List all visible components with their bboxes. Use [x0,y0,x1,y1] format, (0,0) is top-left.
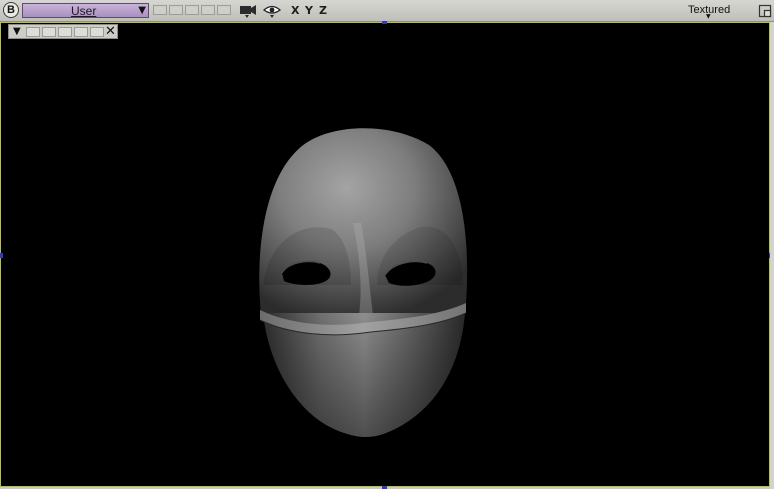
toolbar-slot-4[interactable] [74,27,88,37]
viewport-toolbar: ▼ ✕ [8,24,118,39]
layer-button-2[interactable] [169,5,183,15]
dropdown-arrow-icon[interactable]: ▼ [13,25,21,38]
layer-button-1[interactable] [153,5,167,15]
toolbar-slot-1[interactable] [26,27,40,37]
close-icon[interactable]: ✕ [105,24,116,39]
view-mode-label: User [71,4,97,18]
axis-z-label[interactable]: Z [319,4,327,17]
maximize-icon[interactable] [758,4,772,18]
layer-button-3[interactable] [185,5,199,15]
chevron-down-icon: ▼ [138,5,146,16]
axis-y-label[interactable]: Y [305,4,313,17]
chevron-down-icon: ▼ [706,13,711,20]
viewport-header: B User ▼ X Y Z Textured ▼ [0,0,774,22]
blender-logo-icon[interactable]: B [3,2,19,18]
resize-handle-left[interactable] [0,253,3,258]
resize-handle-top[interactable] [382,21,387,24]
axis-x-label[interactable]: X [291,4,299,17]
3d-viewport[interactable]: ▼ ✕ [0,22,770,487]
toolbar-slot-5[interactable] [90,27,104,37]
camera-icon[interactable] [239,3,257,19]
blender-window: B User ▼ X Y Z Textured ▼ ▼ ✕ [0,0,774,489]
layer-button-4[interactable] [201,5,215,15]
toolbar-slot-2[interactable] [42,27,56,37]
mask-model [259,128,468,437]
toolbar-slot-3[interactable] [58,27,72,37]
shading-mode-select[interactable]: Textured ▼ [688,3,730,20]
view-mode-select[interactable]: User ▼ [22,3,149,18]
layer-button-5[interactable] [217,5,231,15]
window-edge [770,22,774,489]
eye-icon[interactable] [262,3,282,19]
